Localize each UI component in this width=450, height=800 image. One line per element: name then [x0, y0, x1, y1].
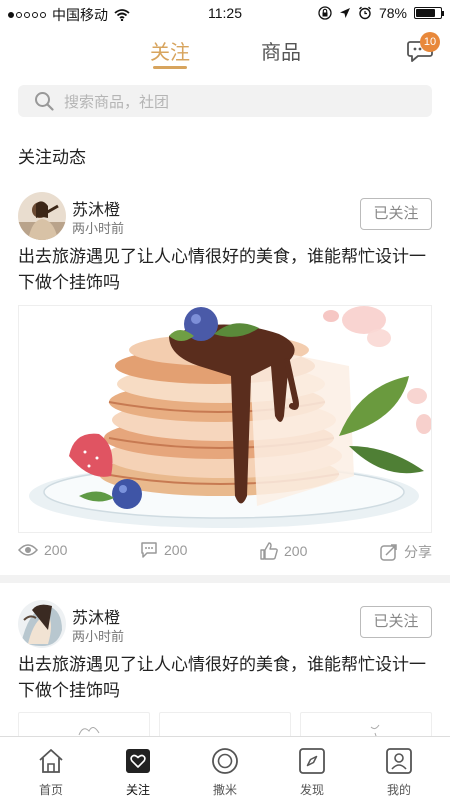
signal-icon [8, 12, 46, 18]
tab-goods[interactable]: 商品 [261, 36, 301, 65]
post-time: 两小时前 [72, 221, 125, 236]
tab-follow-bottom[interactable]: 关注 [93, 737, 183, 800]
author-name[interactable]: 苏沐橙 [72, 604, 120, 628]
rotation-lock-icon [318, 6, 332, 20]
post-divider [0, 575, 450, 583]
tab-home[interactable]: 首页 [6, 737, 96, 800]
tab-label: 发现 [299, 783, 324, 797]
compass-icon [299, 748, 325, 774]
tab-label: 我的 [386, 783, 411, 797]
search-icon [35, 92, 54, 111]
comment-count-label: 200 [164, 542, 188, 558]
status-bar: 中国移动 11:25 78% [0, 0, 450, 26]
view-count-label: 200 [44, 542, 68, 558]
status-right: 78% [318, 5, 444, 21]
section-title: 关注动态 [18, 148, 86, 167]
bottom-tab-bar: 首页 关注 撒米 发现 我的 [0, 736, 450, 800]
author-name[interactable]: 苏沐橙 [72, 196, 120, 220]
post-text[interactable]: 出去旅游遇见了让人心情很好的美食，谁能帮忙设计一下做个挂饰吗 [18, 244, 438, 296]
coin-icon [212, 748, 238, 774]
heart-icon [126, 749, 150, 773]
battery-icon [414, 7, 444, 19]
avatar[interactable] [18, 600, 66, 648]
post-image[interactable] [18, 305, 432, 533]
tab-label: 关注 [125, 783, 150, 797]
thumbs-up-icon [260, 542, 278, 560]
search-placeholder: 搜索商品，社团 [64, 93, 170, 111]
follow-button[interactable]: 已关注 [360, 606, 432, 638]
like-button[interactable]: 200 [260, 542, 307, 560]
tab-mine[interactable]: 我的 [354, 737, 444, 800]
comment-button[interactable]: 200 [140, 542, 187, 558]
eye-icon [18, 544, 38, 556]
view-count: 200 [18, 542, 67, 558]
tab-sami[interactable]: 撒米 [180, 737, 270, 800]
home-icon [39, 749, 63, 773]
user-icon [386, 748, 412, 774]
battery-percent: 78% [378, 5, 407, 21]
share-label: 分享 [404, 544, 432, 560]
tab-follow[interactable]: 关注 [150, 36, 190, 65]
avatar[interactable] [18, 192, 66, 240]
top-nav: 关注 商品 10 [0, 26, 450, 74]
tab-label: 首页 [38, 783, 63, 797]
status-left: 中国移动 [8, 5, 130, 25]
like-count-label: 200 [284, 543, 308, 559]
tab-label: 撒米 [212, 783, 237, 797]
comment-icon [141, 542, 157, 558]
carrier-label: 中国移动 [52, 7, 108, 23]
share-icon [380, 544, 397, 561]
message-badge: 10 [420, 32, 440, 52]
follow-button[interactable]: 已关注 [360, 198, 432, 230]
location-icon [339, 8, 350, 18]
share-button[interactable]: 分享 [380, 542, 432, 562]
alarm-icon [359, 6, 371, 20]
post-time: 两小时前 [72, 629, 125, 644]
tab-discover[interactable]: 发现 [267, 737, 357, 800]
search-input[interactable]: 搜索商品，社团 [18, 85, 432, 117]
post-text[interactable]: 出去旅游遇见了让人心情很好的美食，谁能帮忙设计一下做个挂饰吗 [18, 652, 438, 704]
active-tab-indicator [153, 66, 187, 69]
post-stats: 200 200 200 分享 [0, 542, 450, 566]
wifi-icon [114, 9, 130, 21]
